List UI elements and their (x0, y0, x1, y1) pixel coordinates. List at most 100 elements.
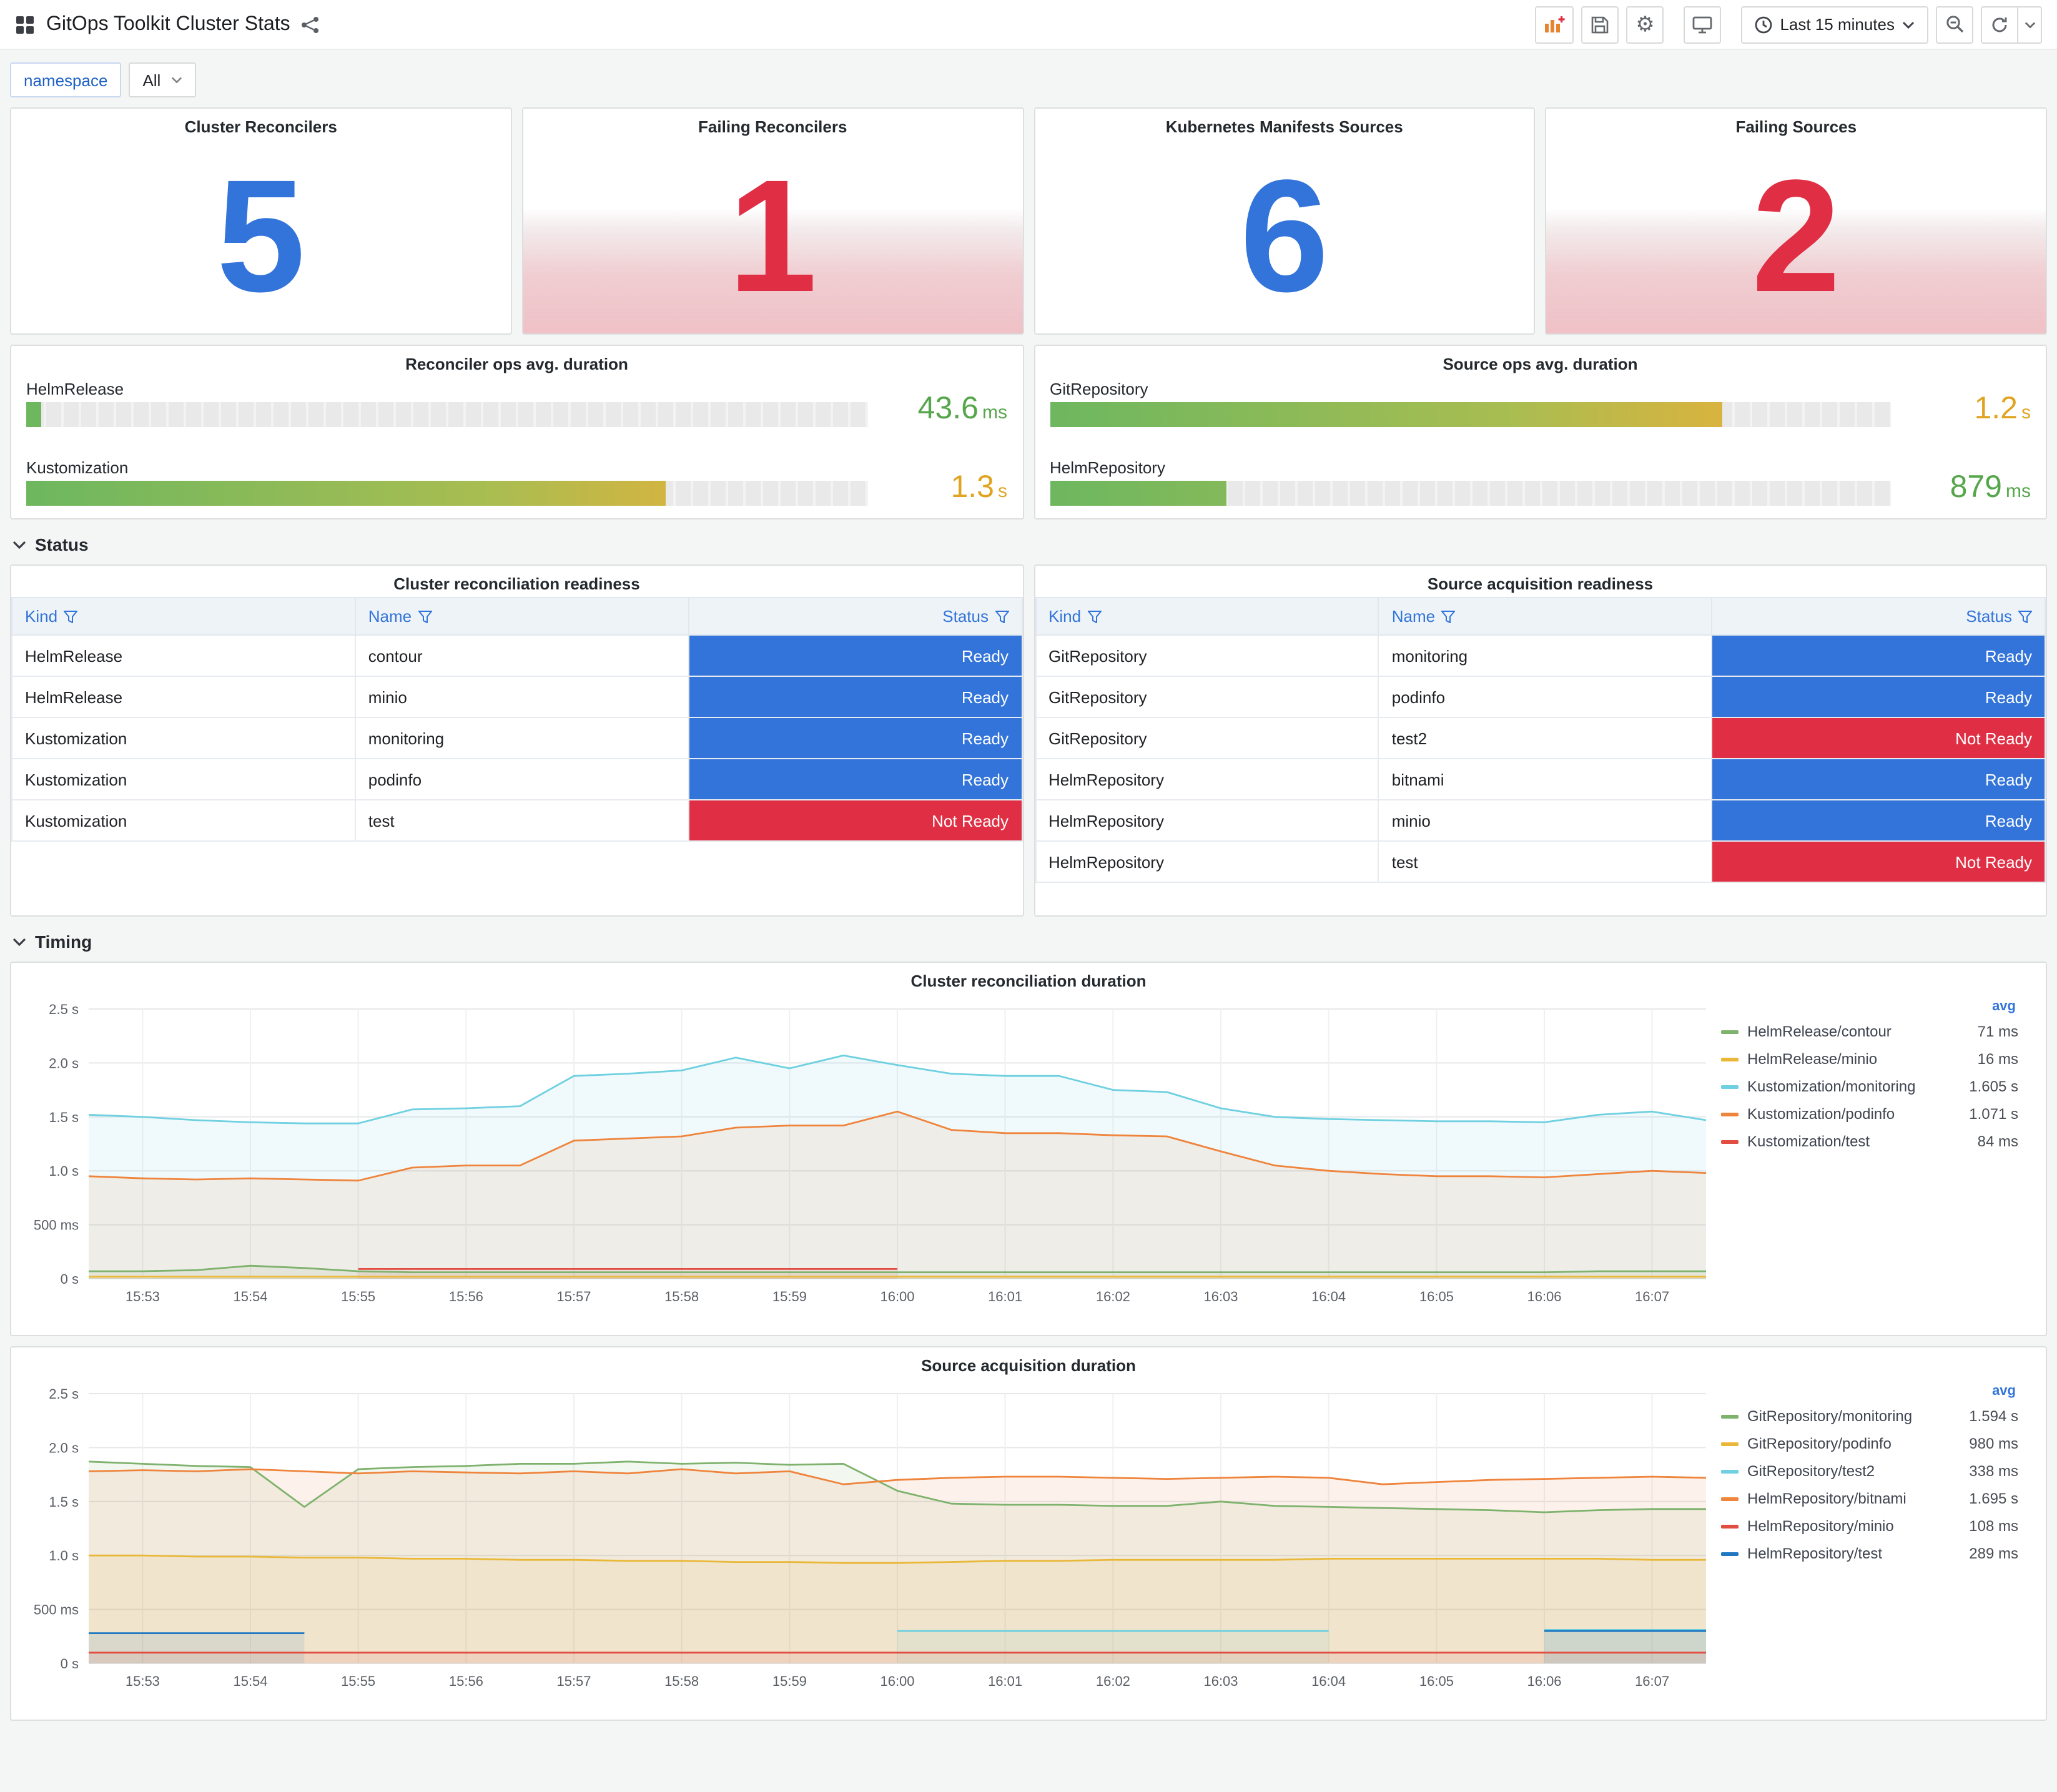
funnel-icon[interactable] (1441, 611, 1456, 623)
section-header-timing[interactable]: Timing (12, 932, 2045, 952)
series-color-swatch (1721, 1442, 1739, 1445)
legend-series-name: GitRepository/podinfo (1747, 1435, 1892, 1452)
panel-cluster-reconciliation-duration: Cluster reconciliation duration 0 s 500 m… (10, 962, 2047, 1336)
legend-item[interactable]: HelmRelease/minio 16 ms (1721, 1045, 2018, 1073)
status-badge: Ready (1711, 676, 2046, 718)
stat-value: 5 (216, 147, 305, 325)
panel-title[interactable]: Failing Sources (1547, 109, 2046, 140)
time-range-label: Last 15 minutes (1780, 15, 1895, 34)
legend-series-avg: 84 ms (1977, 1133, 2018, 1150)
name-cell: podinfo (354, 758, 689, 800)
gauge-fill (1050, 481, 1226, 506)
svg-text:15:54: 15:54 (233, 1673, 267, 1689)
gauge-label: HelmRelease (26, 380, 124, 398)
panel-title[interactable]: Reconciler ops avg. duration (11, 346, 1022, 377)
svg-text:15:53: 15:53 (126, 1673, 160, 1689)
legend-item[interactable]: HelmRepository/minio 108 ms (1721, 1512, 2018, 1540)
variable-value-dropdown[interactable]: All (129, 62, 196, 97)
chart-legend: avg GitRepository/monitoring 1.594 s GitRep… (1721, 1381, 2018, 1715)
refresh-interval-dropdown[interactable] (2017, 6, 2042, 43)
panel-title[interactable]: Cluster Reconcilers (11, 109, 511, 140)
svg-text:500 ms: 500 ms (34, 1218, 79, 1233)
legend-item[interactable]: HelmRepository/bitnami 1.695 s (1721, 1485, 2018, 1512)
svg-text:1.0 s: 1.0 s (49, 1548, 79, 1563)
legend-series-avg: 1.071 s (1969, 1105, 2018, 1123)
legend-series-name: HelmRelease/minio (1747, 1050, 1878, 1068)
svg-text:2.0 s: 2.0 s (49, 1055, 79, 1071)
legend-series-name: HelmRelease/contour (1747, 1023, 1892, 1040)
funnel-icon[interactable] (995, 611, 1009, 623)
dashboard-settings-button[interactable]: ⚙ (1626, 6, 1664, 43)
series-color-swatch (1721, 1140, 1739, 1143)
svg-text:15:55: 15:55 (341, 1673, 375, 1689)
section-header-status[interactable]: Status (12, 534, 2045, 554)
share-icon[interactable] (302, 16, 320, 33)
series-color-swatch (1721, 1057, 1739, 1061)
svg-text:15:54: 15:54 (233, 1289, 267, 1304)
status-badge: Ready (688, 676, 1022, 718)
funnel-icon[interactable] (418, 611, 432, 623)
funnel-icon[interactable] (2018, 611, 2032, 623)
legend-item[interactable]: HelmRelease/contour 71 ms (1721, 1018, 2018, 1045)
legend-item[interactable]: Kustomization/podinfo 1.071 s (1721, 1100, 2018, 1128)
table-row: HelmRelease contour Ready (11, 634, 1022, 677)
svg-text:16:05: 16:05 (1419, 1673, 1454, 1689)
svg-text:15:58: 15:58 (664, 1673, 699, 1689)
time-range-picker[interactable]: Last 15 minutes (1741, 6, 1928, 43)
legend-item[interactable]: Kustomization/test 84 ms (1721, 1128, 2018, 1155)
stat-panel-failing-reconcilers: Failing Reconcilers 1 (521, 107, 1024, 335)
legend-item[interactable]: HelmRepository/test 289 ms (1721, 1540, 2018, 1567)
panel-title[interactable]: Failing Reconcilers (523, 109, 1023, 140)
add-panel-button[interactable] (1535, 6, 1574, 43)
cycle-view-mode-button[interactable] (1684, 6, 1722, 43)
column-header-name[interactable]: Name (354, 597, 689, 636)
column-header-name[interactable]: Name (1378, 597, 1713, 636)
time-series-plot[interactable]: 0 s 500 ms 1.0 s 1.5 s 2.0 s 2.5 s 15:53 15:54 1… (26, 997, 1721, 1316)
time-series-plot[interactable]: 0 s 500 ms 1.0 s 1.5 s 2.0 s 2.5 s 15:53 15:54 1… (26, 1381, 1721, 1701)
funnel-icon[interactable] (1087, 611, 1102, 623)
refresh-button[interactable] (1981, 6, 2018, 43)
column-header-status[interactable]: Status (1711, 597, 2046, 636)
status-badge: Not Ready (1711, 840, 2046, 883)
dashboard-page: GitOps Toolkit Cluster Stats ⚙ Last 15 m… (0, 0, 2057, 1792)
legend-item[interactable]: Kustomization/monitoring 1.605 s (1721, 1073, 2018, 1100)
panel-title[interactable]: Cluster reconciliation duration (11, 963, 2046, 994)
panel-title[interactable]: Source acquisition duration (11, 1347, 2046, 1379)
column-header-status[interactable]: Status (688, 597, 1022, 636)
variable-label-namespace[interactable]: namespace (10, 62, 122, 97)
kind-cell: GitRepository (1035, 717, 1379, 759)
funnel-icon[interactable] (64, 611, 78, 623)
name-cell: contour (354, 634, 689, 677)
legend-series-avg: 1.605 s (1969, 1078, 2018, 1095)
column-header-kind[interactable]: Kind (1035, 597, 1379, 636)
zoom-out-button[interactable] (1936, 6, 1973, 43)
svg-text:16:04: 16:04 (1311, 1289, 1346, 1304)
status-badge: Not Ready (1711, 717, 2046, 759)
gauge-value: 43.6 ms (917, 391, 1007, 426)
table-row: HelmRepository minio Ready (1035, 799, 2046, 842)
svg-text:0 s: 0 s (61, 1656, 79, 1671)
kind-cell: HelmRelease (11, 634, 356, 677)
gauge-track (1050, 402, 1891, 427)
series-color-swatch (1721, 1497, 1739, 1500)
panel-title[interactable]: Source ops avg. duration (1035, 346, 2046, 377)
apps-grid-icon[interactable] (15, 14, 35, 34)
legend-series-avg: 980 ms (1969, 1435, 2018, 1452)
panel-title[interactable]: Source acquisition readiness (1035, 566, 2046, 597)
kind-cell: HelmRelease (11, 676, 356, 718)
name-cell: minio (1378, 799, 1713, 842)
legend-item[interactable]: GitRepository/podinfo 980 ms (1721, 1430, 2018, 1457)
monitor-icon (1692, 16, 1712, 33)
svg-text:2.5 s: 2.5 s (49, 1002, 79, 1017)
bar-gauge-kustomization: Kustomization 1.3 s (26, 458, 1007, 506)
save-dashboard-button[interactable] (1581, 6, 1619, 43)
panel-title[interactable]: Cluster reconciliation readiness (11, 566, 1022, 597)
panel-title[interactable]: Kubernetes Manifests Sources (1035, 109, 1534, 140)
kind-cell: HelmRepository (1035, 758, 1379, 800)
column-header-kind[interactable]: Kind (11, 597, 356, 636)
legend-series-name: GitRepository/monitoring (1747, 1407, 1913, 1425)
table-row: HelmRepository test Not Ready (1035, 840, 2046, 883)
legend-item[interactable]: GitRepository/monitoring 1.594 s (1721, 1402, 2018, 1430)
legend-series-avg: 108 ms (1969, 1517, 2018, 1535)
legend-item[interactable]: GitRepository/test2 338 ms (1721, 1457, 2018, 1485)
